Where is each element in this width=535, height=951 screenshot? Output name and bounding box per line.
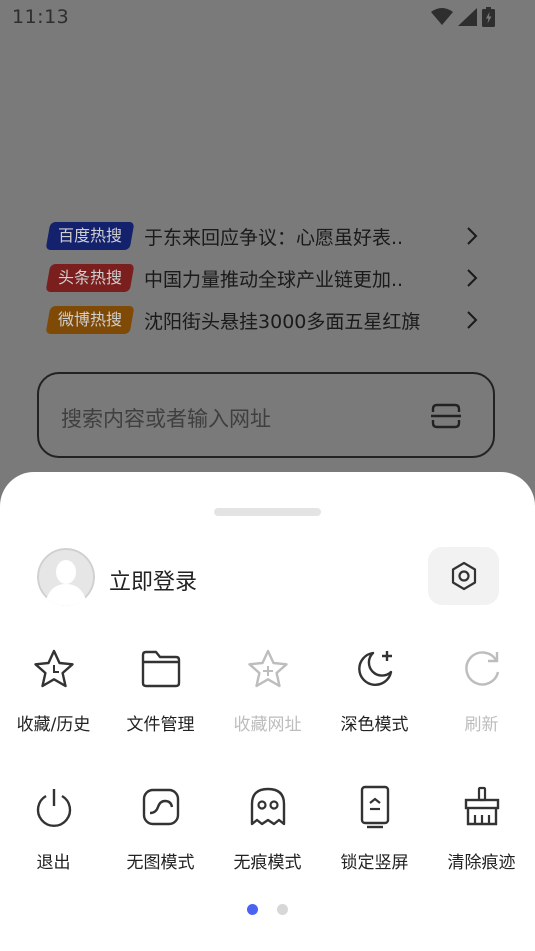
page-indicator-dot-active [247,904,258,915]
menu-bottom-sheet: 立即登录 收藏/历史 文件管理 收藏网址 深色模式 刷新 退出 无图模式 无痕模… [0,472,535,951]
drag-handle[interactable] [214,508,321,516]
source-badge-weibo: 微博热搜 [45,306,135,334]
file-manager-button[interactable]: 文件管理 [107,648,214,738]
moon-icon [357,651,392,686]
folder-icon [141,650,180,688]
portrait-lock-icon [360,785,389,829]
no-image-mode-button[interactable]: 无图模式 [107,786,214,876]
search-input[interactable]: 搜索内容或者输入网址 [37,372,495,458]
wifi-icon [431,8,453,25]
source-badge-baidu: 百度热搜 [45,222,135,250]
broom-icon [464,786,499,826]
settings-button[interactable] [428,547,499,605]
favorites-history-button[interactable]: 收藏/历史 [0,648,107,738]
signal-icon [458,8,477,26]
power-icon [36,789,71,828]
menu-label: 退出 [36,853,71,873]
lock-portrait-button[interactable]: 锁定竖屏 [321,785,428,876]
refresh-button[interactable]: 刷新 [428,648,535,738]
exit-button[interactable]: 退出 [0,786,107,876]
source-badge-toutiao: 头条热搜 [45,264,135,292]
login-label[interactable]: 立即登录 [109,564,197,596]
scan-icon[interactable] [431,403,461,429]
menu-label: 无痕模式 [233,853,302,873]
menu-label: 收藏/历史 [16,715,91,735]
status-icons [431,7,495,27]
hot-search-item-toutiao[interactable]: 头条热搜 中国力量推动全球产业链更加.. [45,263,478,293]
hot-search-item-baidu[interactable]: 百度热搜 于东来回应争议：心愿虽好表.. [45,221,478,251]
status-bar: 11:13 [0,0,535,36]
star-plus-icon [247,649,288,688]
search-placeholder: 搜索内容或者输入网址 [61,407,271,431]
chevron-right-icon [467,269,478,287]
hot-search-title: 于东来回应争议：心愿虽好表.. [144,226,404,249]
menu-label: 文件管理 [126,715,195,735]
menu-label: 无图模式 [126,853,195,873]
chevron-right-icon [467,311,478,329]
menu-label: 刷新 [464,715,499,735]
incognito-mode-button[interactable]: 无痕模式 [214,786,321,876]
page-indicator-dot[interactable] [277,904,288,915]
battery-icon [482,7,495,27]
menu-label: 深色模式 [340,715,409,735]
status-time: 11:13 [12,6,70,28]
hot-search-item-weibo[interactable]: 微博热搜 沈阳街头悬挂3000多面五星红旗 [45,305,478,335]
gear-icon [451,561,476,591]
menu-label: 收藏网址 [233,715,302,735]
star-icon [33,649,74,688]
menu-label: 清除痕迹 [447,853,516,873]
menu-label: 锁定竖屏 [340,853,409,873]
clear-traces-button[interactable]: 清除痕迹 [428,786,535,876]
default-avatar-icon [37,548,95,606]
hot-search-title: 中国力量推动全球产业链更加.. [144,268,404,291]
chevron-right-icon [467,227,478,245]
dark-mode-button[interactable]: 深色模式 [321,648,428,738]
refresh-icon [464,651,499,686]
hot-search-title: 沈阳街头悬挂3000多面五星红旗 [144,310,421,333]
avatar[interactable] [37,548,95,606]
ghost-icon [250,787,285,826]
no-image-icon [142,788,179,826]
bookmark-site-button[interactable]: 收藏网址 [214,648,321,738]
